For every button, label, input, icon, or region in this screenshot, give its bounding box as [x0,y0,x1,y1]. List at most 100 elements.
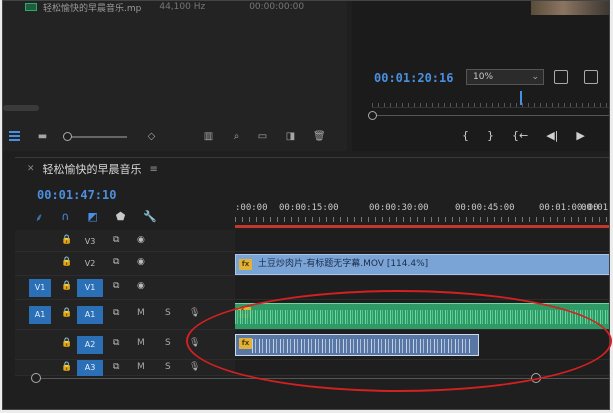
timeline-timecode[interactable]: 00:01:47:10 [37,188,116,202]
program-time-ruler[interactable] [372,94,609,108]
find-icon[interactable]: ⌕ [231,131,242,142]
mark-out-button[interactable]: } [487,129,494,142]
project-file-sample-rate: 44,100 Hz [159,2,206,12]
mic-icon[interactable]: 🎙 [189,308,200,318]
sync-lock-icon[interactable]: ⧉ [113,338,119,348]
track-content[interactable] [235,230,609,251]
solo-button[interactable]: S [165,308,171,318]
program-zoom-handle[interactable] [368,111,377,120]
mark-in-button[interactable]: { [462,129,469,142]
play-button[interactable]: ▶ [576,129,584,142]
work-area-bar[interactable] [235,225,609,228]
video-clip[interactable]: fx 土豆炒肉片-有标题无字幕.MOV [114.4%] [235,254,609,275]
trash-icon[interactable]: 🗑 [313,131,326,142]
list-view-icon[interactable] [9,131,20,141]
panel-menu-icon[interactable]: ≡ [150,164,158,175]
audio-file-icon [25,3,37,11]
add-marker-icon[interactable]: ⬟ [116,210,126,225]
project-toolbar: ▬ ◇ ▥ ⌕ ▭ ◨ 🗑 [3,127,347,147]
ruler-label: 00:00:45:00 [455,203,515,213]
ruler-label: 00:01:15:00 [581,203,609,213]
track-content[interactable]: fx 土豆炒肉片-有标题无字幕.MOV [114.4%] [235,252,609,275]
track-header: 🔒 V3 ⧉ ◉ [15,230,235,251]
export-frame-icon[interactable] [584,70,598,84]
lock-icon[interactable]: 🔒 [61,257,72,267]
program-playhead[interactable] [520,91,522,105]
timeline-zoom-handle-left[interactable] [31,373,41,383]
track-header: A1 🔒 A1 ⧉ M S 🎙 [15,300,235,329]
lock-icon[interactable]: 🔒 [61,308,72,318]
step-back-button[interactable]: ◀| [546,129,558,142]
timeline-panel: ✕ 轻松愉快的早晨音乐 ≡ 00:01:47:10 ⸙ ∩ ◩ ⬟ 🔧 :00:… [15,157,609,409]
timeline-zoom-handle-right[interactable] [531,373,541,383]
eye-icon[interactable]: ◉ [137,257,145,267]
track-target[interactable]: A1 [77,306,103,324]
source-patch[interactable]: A1 [29,306,51,324]
zoom-level-value: 10% [473,72,494,82]
lock-icon[interactable]: 🔒 [61,338,72,348]
lock-icon[interactable]: 🔒 [61,281,72,291]
timeline-tools: ⸙ ∩ ◩ ⬟ 🔧 [35,210,157,225]
mute-button[interactable]: M [137,362,145,372]
mic-icon[interactable]: 🎙 [189,338,200,348]
track-v3: 🔒 V3 ⧉ ◉ [15,230,609,252]
mic-icon[interactable]: 🎙 [189,362,200,372]
close-icon[interactable]: ✕ [27,164,35,174]
lock-icon[interactable]: 🔒 [61,362,72,372]
ruler-label: :00:00 [235,203,268,213]
eye-icon[interactable]: ◉ [137,235,145,245]
mute-button[interactable]: M [137,308,145,318]
program-zoom-bar[interactable] [376,115,609,116]
track-content[interactable] [235,360,609,375]
solo-button[interactable]: S [165,338,171,348]
sequence-tab[interactable]: ✕ 轻松愉快的早晨音乐 ≡ [15,158,158,180]
program-video-frame [531,1,609,15]
project-panel: 轻松愉快的早晨音乐.mp 44,100 Hz 00:00:00:00 ▬ ◇ ▥… [3,1,347,151]
timeline-zoom-bar[interactable] [37,378,609,379]
settings-icon[interactable] [554,70,568,84]
icon-view-icon[interactable]: ▬ [37,131,48,142]
track-target[interactable]: V2 [77,255,103,273]
sync-lock-icon[interactable]: ⧉ [113,308,119,318]
sync-lock-icon[interactable]: ⧉ [113,257,119,267]
fx-badge: fx [239,259,252,270]
new-item-icon[interactable]: ◨ [285,131,296,142]
sync-lock-icon[interactable]: ⧉ [113,235,119,245]
sync-lock-icon[interactable]: ⧉ [113,362,119,372]
thumbnail-zoom-track[interactable] [67,136,127,138]
track-target[interactable]: A2 [77,336,103,354]
audio-clip-voice[interactable]: fx [235,334,479,356]
snap-icon[interactable]: ∩ [61,210,69,225]
track-target[interactable]: V3 [77,233,103,251]
track-header: 🔒 A2 ⧉ M S 🎙 [15,330,235,359]
wrench-icon[interactable]: 🔧 [143,210,157,225]
mute-button[interactable]: M [137,338,145,348]
eye-icon[interactable]: ◉ [137,281,145,291]
go-to-in-button[interactable]: {← [512,129,528,142]
track-target[interactable]: V1 [77,279,103,297]
audio-clip-music[interactable]: fx [235,303,609,329]
source-patch[interactable]: V1 [29,279,51,297]
project-scrollbar[interactable] [3,105,39,111]
track-header: 🔒 V2 ⧉ ◉ [15,252,235,275]
program-monitor: 00:01:20:16 10% ⌄ { } {← ◀| ▶ [352,1,609,151]
audio-waveform [252,339,472,353]
nest-icon[interactable]: ⸙ [35,210,43,225]
sort-icon[interactable]: ◇ [146,131,157,142]
track-content[interactable] [235,276,609,299]
track-content[interactable]: fx [235,330,609,359]
lock-icon[interactable]: 🔒 [61,235,72,245]
audio-waveform [235,310,609,324]
project-file-row[interactable]: 轻松愉快的早晨音乐.mp 44,100 Hz 00:00:00:00 [25,1,304,14]
program-timecode[interactable]: 00:01:20:16 [374,71,453,85]
zoom-level-select[interactable]: 10% ⌄ [466,69,544,85]
sync-lock-icon[interactable]: ⧉ [113,281,119,291]
thumbnail-zoom-slider[interactable] [63,132,72,141]
track-target[interactable]: A3 [77,360,103,376]
timeline-ruler[interactable]: :00:00 00:00:15:00 00:00:30:00 00:00:45:… [235,198,609,228]
track-content[interactable]: fx [235,300,609,329]
new-bin-icon[interactable]: ▭ [257,131,268,142]
linked-selection-icon[interactable]: ◩ [87,210,97,225]
solo-button[interactable]: S [165,362,171,372]
automate-to-sequence-icon[interactable]: ▥ [203,131,214,142]
